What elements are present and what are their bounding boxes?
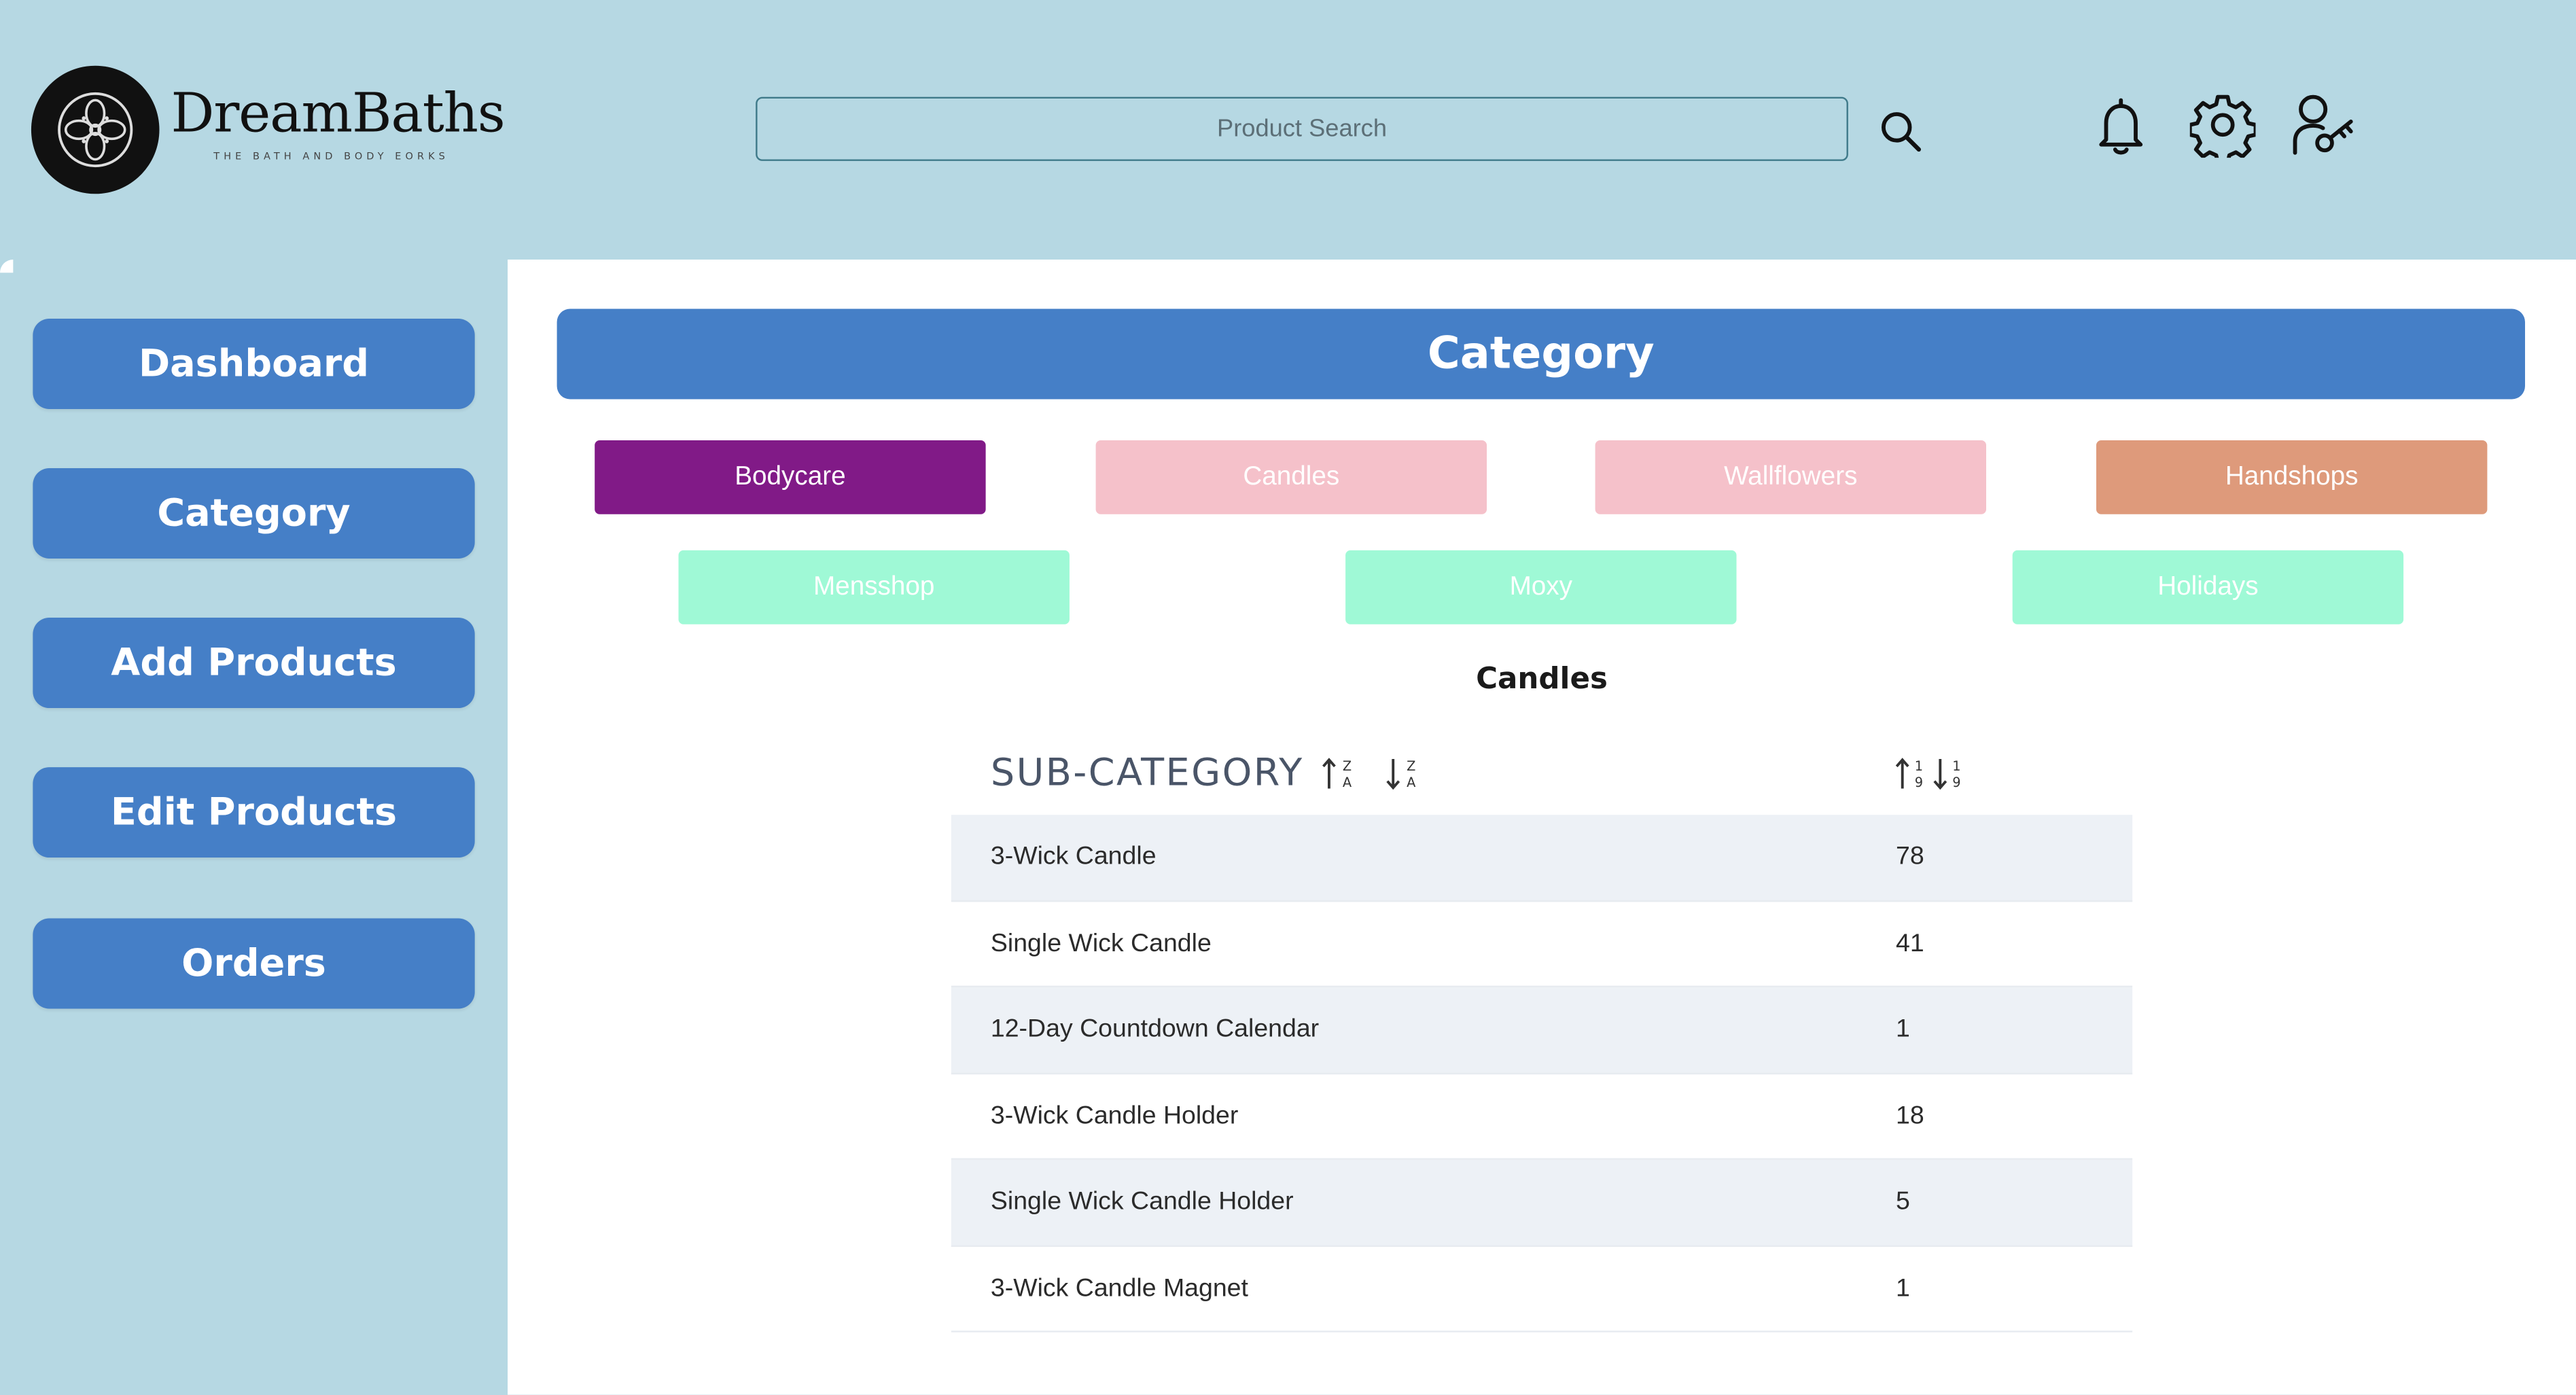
sort-count-descending-icon[interactable]: 1 9 <box>1932 756 1968 792</box>
subcategory-column-header: SUB-CATEGORY <box>990 752 1304 796</box>
table-header: SUB-CATEGORY Z A Z A 1 9 1 9 <box>951 736 2132 815</box>
subcategory-count: 41 <box>1896 929 1924 957</box>
table-row[interactable]: 12-Day Countdown Calendar 1 <box>951 987 2133 1074</box>
brand-tagline: THE BATH AND BODY EORKS <box>213 151 449 163</box>
subcategory-name: 3-Wick Candle Holder <box>990 1101 1239 1130</box>
user-key-icon[interactable] <box>2289 90 2358 160</box>
subcategory-count: 18 <box>1896 1101 1924 1130</box>
subcategory-count: 5 <box>1896 1187 1910 1216</box>
subcategory-name: 3-Wick Candle <box>990 843 1157 871</box>
search-icon[interactable] <box>1877 109 1924 155</box>
sort-count-ascending-icon[interactable]: 1 9 <box>1894 756 1930 792</box>
sidebar-item-dashboard[interactable]: Dashboard <box>33 319 475 410</box>
search-input[interactable] <box>756 96 1848 161</box>
category-button-wallflowers[interactable]: Wallflowers <box>1595 440 1986 514</box>
sort-name-ascending-icon[interactable]: Z A <box>1321 756 1357 792</box>
sidebar-item-category[interactable]: Category <box>33 468 475 559</box>
svg-text:9: 9 <box>1952 775 1960 790</box>
panel-corner <box>0 259 14 273</box>
table-row[interactable]: Single Wick Candle 41 <box>951 901 2133 988</box>
category-button-mensshop[interactable]: Mensshop <box>678 550 1070 624</box>
brand-name: DreamBaths <box>171 80 505 145</box>
logo-icon <box>31 65 160 194</box>
main-panel: Category Bodycare Candles Wallflowers Ha… <box>508 259 2576 1395</box>
svg-text:Z: Z <box>1407 758 1415 774</box>
subcategory-count: 1 <box>1896 1015 1910 1044</box>
svg-text:A: A <box>1343 775 1352 790</box>
table-row[interactable]: 3-Wick Candle 78 <box>951 815 2133 902</box>
subcategory-name: 12-Day Countdown Calendar <box>990 1015 1320 1044</box>
category-button-holidays[interactable]: Holidays <box>2012 550 2404 624</box>
svg-text:9: 9 <box>1915 775 1923 790</box>
app-window: DreamBaths THE BATH AND BODY EORKS Dashb… <box>0 0 2576 1395</box>
svg-text:A: A <box>1407 775 1416 790</box>
category-button-moxy[interactable]: Moxy <box>1345 550 1737 624</box>
subcategory-table: SUB-CATEGORY Z A Z A 1 9 1 9 3-Wick Cand… <box>951 736 2133 1332</box>
bell-icon[interactable] <box>2092 95 2151 158</box>
table-row[interactable]: 3-Wick Candle Magnet 1 <box>951 1246 2133 1332</box>
category-button-handshops[interactable]: Handshops <box>2096 440 2488 514</box>
subcategory-name: Single Wick Candle <box>990 929 1212 957</box>
sidebar-item-edit-products[interactable]: Edit Products <box>33 767 475 858</box>
gear-icon[interactable] <box>2189 92 2256 158</box>
page-title: Category <box>557 308 2526 400</box>
subcategory-count: 78 <box>1896 843 1924 871</box>
subcategory-count: 1 <box>1896 1273 1910 1303</box>
svg-text:1: 1 <box>1952 758 1960 774</box>
category-button-bodycare[interactable]: Bodycare <box>595 440 986 514</box>
subcategory-name: 3-Wick Candle Magnet <box>990 1273 1248 1303</box>
sidebar-item-add-products[interactable]: Add Products <box>33 618 475 709</box>
table-row[interactable]: 3-Wick Candle Holder 18 <box>951 1074 2133 1160</box>
table-row[interactable]: Single Wick Candle Holder 5 <box>951 1159 2133 1246</box>
svg-text:1: 1 <box>1915 758 1923 774</box>
subcategory-name: Single Wick Candle Holder <box>990 1187 1294 1216</box>
sidebar-item-orders[interactable]: Orders <box>33 918 475 1009</box>
category-button-candles[interactable]: Candles <box>1095 440 1487 514</box>
svg-text:Z: Z <box>1343 758 1352 774</box>
selected-category-label: Candles <box>1476 662 1608 697</box>
sort-name-descending-icon[interactable]: Z A <box>1385 756 1421 792</box>
